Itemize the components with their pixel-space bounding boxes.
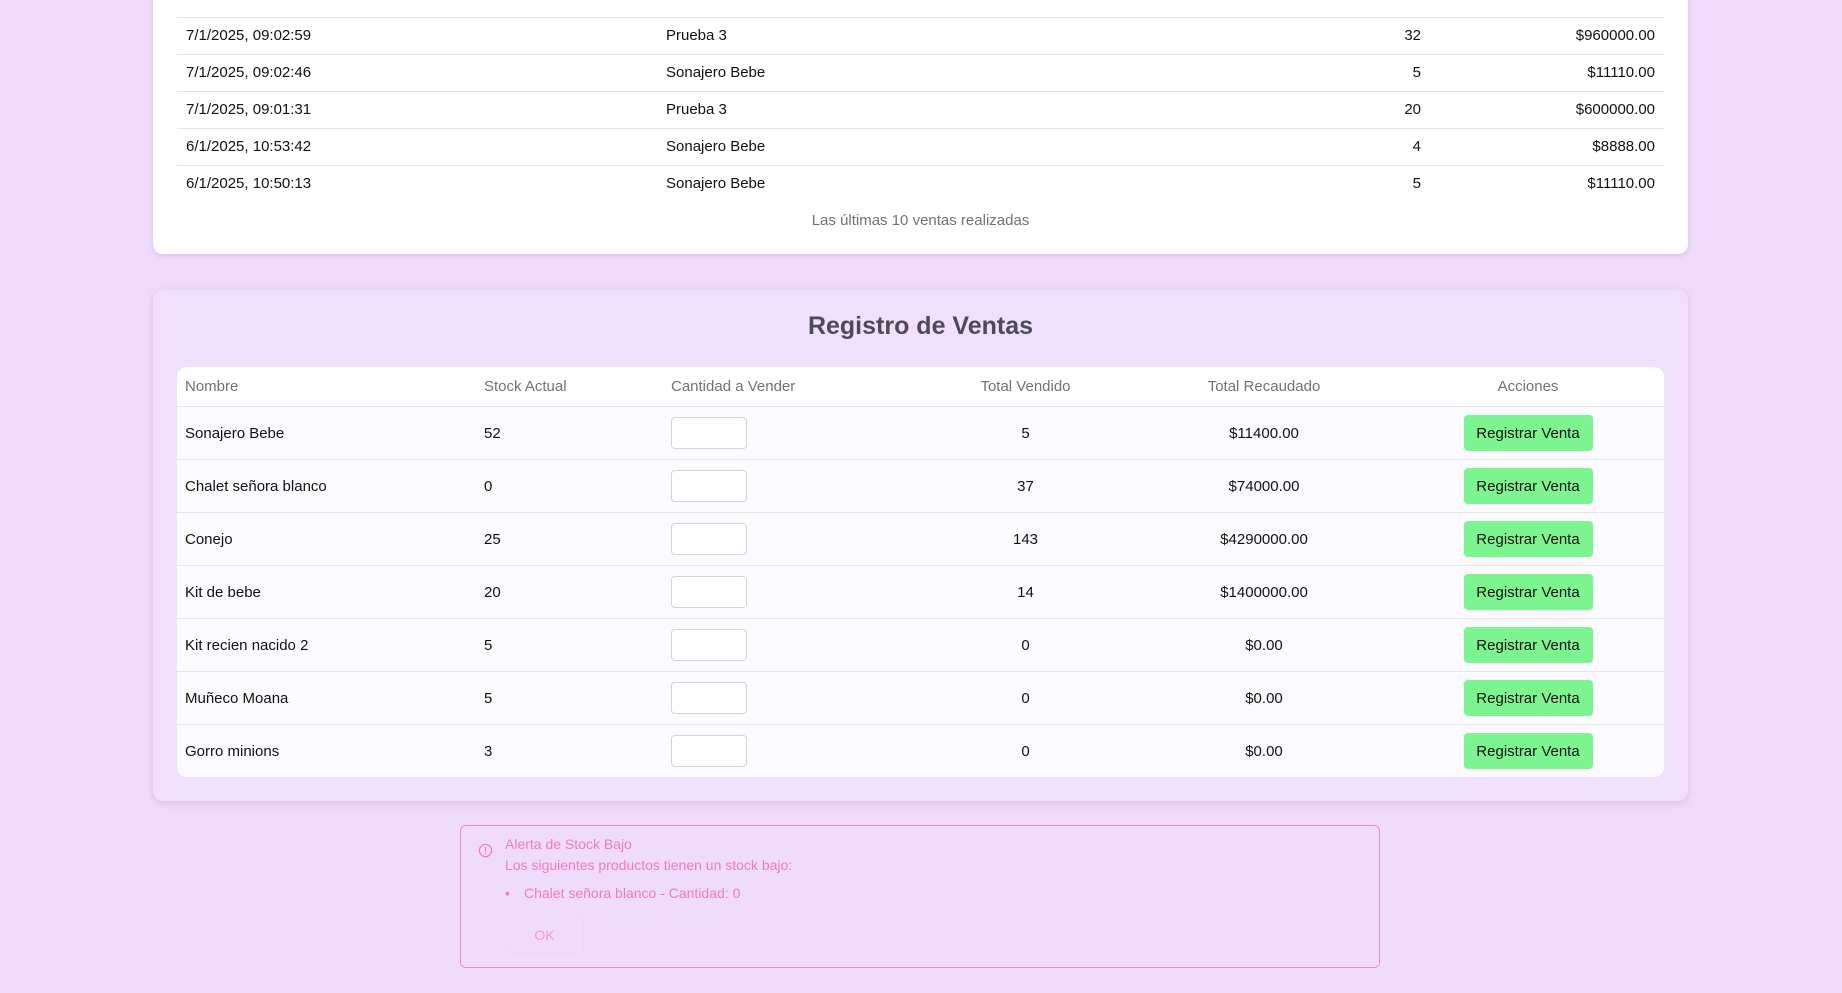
quantity-input[interactable]	[671, 417, 747, 449]
product-total-sold: 5	[915, 406, 1136, 460]
low-stock-alert: Alerta de Stock Bajo Los siguientes prod…	[460, 825, 1380, 968]
product-total-collected: $4290000.00	[1136, 512, 1392, 566]
header-actions: Acciones	[1392, 367, 1664, 407]
product-name: Kit de bebe	[177, 565, 476, 619]
register-sale-button[interactable]: Registrar Venta	[1463, 521, 1593, 557]
sale-quantity: 32	[1181, 17, 1430, 55]
product-name: Muñeco Moana	[177, 671, 476, 725]
sale-quantity: 5	[1181, 54, 1430, 92]
registry-table: Nombre Stock Actual Cantidad a Vender To…	[177, 367, 1664, 777]
sale-product: Prueba 3	[657, 91, 1181, 129]
sale-date: 7/1/2025, 09:02:59	[177, 17, 657, 55]
sale-date: 6/1/2025, 10:50:13	[186, 175, 312, 193]
table-row: 6/1/2025, 10:53:42 Sonajero Bebe 4 $8888…	[177, 128, 1664, 166]
product-total-sold: 37	[915, 459, 1136, 513]
table-row: 7/1/2025, 09:02:46 Sonajero Bebe 5 $1111…	[177, 54, 1664, 92]
product-stock: 0	[476, 459, 663, 513]
table-row: Muñeco Moana 5 0 $0.00 Registrar Venta	[177, 671, 1664, 725]
product-total-collected: $11400.00	[1136, 406, 1392, 460]
alert-product-list: Chalet señora blanco - Cantidad: 0	[505, 885, 740, 901]
product-total-collected: $74000.00	[1136, 459, 1392, 513]
product-name: Gorro minions	[177, 724, 476, 777]
sale-quantity: 5	[1412, 175, 1421, 193]
product-stock: 3	[476, 724, 663, 777]
register-sale-button[interactable]: Registrar Venta	[1463, 627, 1593, 663]
product-total-sold: 0	[915, 618, 1136, 672]
alert-circle-icon	[478, 843, 493, 858]
sale-amount: $11110.00	[1587, 175, 1655, 193]
sale-amount: $960000.00	[1430, 17, 1664, 55]
sale-amount: $11110.00	[1430, 54, 1664, 92]
product-stock: 52	[476, 406, 663, 460]
product-name: Chalet señora blanco	[177, 459, 476, 513]
header-name: Nombre	[177, 367, 476, 407]
quantity-input[interactable]	[671, 523, 747, 555]
sale-quantity: 4	[1181, 128, 1430, 166]
register-sale-button[interactable]: Registrar Venta	[1463, 415, 1593, 451]
register-sale-button[interactable]: Registrar Venta	[1463, 468, 1593, 504]
product-name: Kit recien nacido 2	[177, 618, 476, 672]
registry-table-container: Nombre Stock Actual Cantidad a Vender To…	[177, 367, 1664, 777]
register-sale-button[interactable]: Registrar Venta	[1463, 574, 1593, 610]
quantity-input[interactable]	[671, 470, 747, 502]
product-name: Sonajero Bebe	[177, 406, 476, 460]
recent-sales-card: 7/1/2025, 09:02:59 Prueba 3 32 $960000.0…	[153, 0, 1688, 254]
table-row: 7/1/2025, 09:02:59 Prueba 3 32 $960000.0…	[177, 17, 1664, 55]
sales-registry-card: Registro de Ventas Nombre Stock Actual C…	[153, 290, 1688, 801]
sale-amount: $8888.00	[1430, 128, 1664, 166]
product-stock: 20	[476, 565, 663, 619]
product-total-sold: 0	[915, 671, 1136, 725]
product-total-collected: $1400000.00	[1136, 565, 1392, 619]
product-total-collected: $0.00	[1136, 618, 1392, 672]
product-total-sold: 14	[915, 565, 1136, 619]
quantity-input[interactable]	[671, 629, 747, 661]
quantity-input[interactable]	[671, 735, 747, 767]
product-total-collected: $0.00	[1136, 724, 1392, 777]
sale-product: Sonajero Bebe	[666, 175, 766, 193]
header-quantity: Cantidad a Vender	[663, 367, 915, 407]
product-name: Conejo	[177, 512, 476, 566]
register-sale-button[interactable]: Registrar Venta	[1463, 680, 1593, 716]
header-total-collected: Total Recaudado	[1136, 367, 1392, 407]
table-row: 6/1/2025, 10:50:13 Sonajero Bebe 5 $1111…	[177, 165, 1664, 202]
list-item: Chalet señora blanco - Cantidad: 0	[505, 885, 740, 901]
table-row: Sonajero Bebe 52 5 $11400.00 Registrar V…	[177, 406, 1664, 460]
table-row: Conejo 25 143 $4290000.00 Registrar Vent…	[177, 512, 1664, 566]
product-total-sold: 143	[915, 512, 1136, 566]
table-row	[177, 0, 1664, 18]
product-stock: 25	[476, 512, 663, 566]
sale-product: Sonajero Bebe	[657, 54, 1181, 92]
table-row: 7/1/2025, 09:01:31 Prueba 3 20 $600000.0…	[177, 91, 1664, 129]
quantity-input[interactable]	[671, 576, 747, 608]
sale-date: 7/1/2025, 09:01:31	[177, 91, 657, 129]
table-row: Gorro minions 3 0 $0.00 Registrar Venta	[177, 724, 1664, 777]
sale-product: Sonajero Bebe	[657, 128, 1181, 166]
product-total-collected: $0.00	[1136, 671, 1392, 725]
table-row: Kit recien nacido 2 5 0 $0.00 Registrar …	[177, 618, 1664, 672]
sale-date: 7/1/2025, 09:02:46	[177, 54, 657, 92]
sale-quantity: 20	[1181, 91, 1430, 129]
ok-button[interactable]: OK	[505, 917, 584, 953]
header-stock: Stock Actual	[476, 367, 663, 407]
recent-sales-caption: Las últimas 10 ventas realizadas	[811, 212, 1030, 229]
registry-title: Registro de Ventas	[807, 312, 1034, 340]
table-header-row: Nombre Stock Actual Cantidad a Vender To…	[177, 367, 1664, 407]
sale-product: Prueba 3	[657, 17, 1181, 55]
register-sale-button[interactable]: Registrar Venta	[1463, 733, 1593, 769]
product-stock: 5	[476, 618, 663, 672]
quantity-input[interactable]	[671, 682, 747, 714]
alert-title: Alerta de Stock Bajo	[505, 836, 632, 852]
table-row: Kit de bebe 20 14 $1400000.00 Registrar …	[177, 565, 1664, 619]
sale-amount: $600000.00	[1430, 91, 1664, 129]
header-total-sold: Total Vendido	[915, 367, 1136, 407]
recent-sales-table: 7/1/2025, 09:02:59 Prueba 3 32 $960000.0…	[177, 0, 1664, 202]
table-row: Chalet señora blanco 0 37 $74000.00 Regi…	[177, 459, 1664, 513]
product-stock: 5	[476, 671, 663, 725]
sale-date: 6/1/2025, 10:53:42	[177, 128, 657, 166]
alert-description: Los siguientes productos tienen un stock…	[505, 857, 793, 873]
product-total-sold: 0	[915, 724, 1136, 777]
